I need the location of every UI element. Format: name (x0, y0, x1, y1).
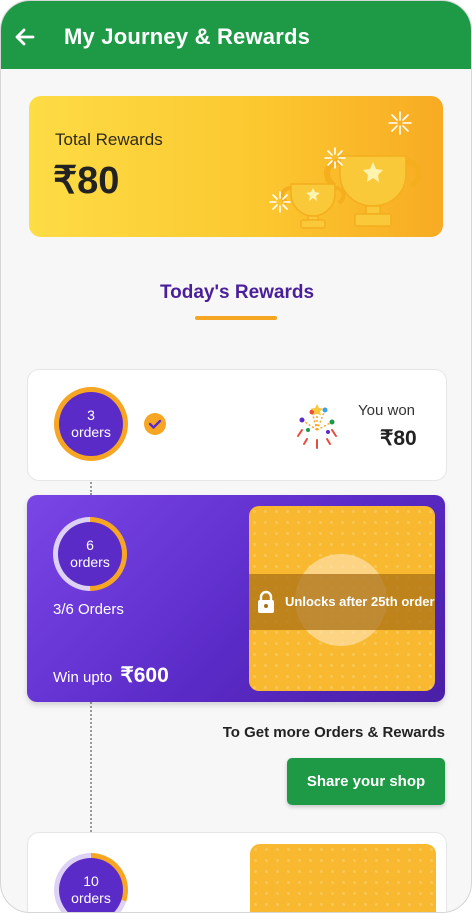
orders-progress-ring: 10 orders (54, 853, 128, 912)
locked-reward-box (250, 844, 436, 912)
orders-progress-ring: 3 orders (54, 387, 128, 461)
section-title: Today's Rewards (159, 282, 315, 303)
page-title: My Journey & Rewards (64, 24, 311, 49)
orders-progress-ring: 6 orders (53, 517, 127, 591)
you-won-label: You won (358, 402, 415, 419)
lock-banner: Unlocks after 25th order (249, 574, 435, 630)
locked-reward-box: Unlocks after 25th order (249, 506, 435, 691)
orders-label: orders (71, 890, 111, 906)
milestone-card-active: 6 orders 3/6 Orders Win upto ₹600 Unlock… (27, 495, 445, 702)
orders-count: 6 (86, 537, 94, 553)
arrow-left-icon (15, 28, 35, 46)
timeline-connector (90, 702, 92, 832)
orders-count: 3 (87, 407, 95, 423)
win-amount: ₹600 (120, 664, 169, 687)
trophy-icon (269, 111, 423, 229)
milestone-card-completed: 3 orders You won ₹80 (27, 369, 447, 481)
win-label: Win upto (53, 669, 113, 686)
phone-frame: My Journey & Rewards Total Rewards ₹80 T… (0, 0, 472, 913)
win-upto: Win upto ₹600 (53, 663, 169, 688)
lock-icon (258, 590, 274, 613)
timeline-connector (90, 479, 92, 495)
confetti-icon (297, 404, 337, 449)
orders-label: orders (71, 424, 111, 440)
milestone-card-upcoming: 10 orders (27, 832, 447, 912)
cta-text: To Get more Orders & Rewards (222, 724, 445, 741)
unlock-condition: Unlocks after 25th order (285, 594, 435, 609)
check-icon (144, 413, 166, 435)
share-shop-button[interactable]: Share your shop (287, 758, 445, 805)
total-rewards-label: Total Rewards (55, 130, 163, 149)
total-rewards-card: Total Rewards ₹80 (29, 96, 443, 237)
total-rewards-amount: ₹80 (53, 160, 120, 202)
orders-progress-text: 3/6 Orders (53, 601, 124, 618)
app-header: My Journey & Rewards (1, 1, 471, 69)
back-button[interactable] (9, 21, 41, 53)
orders-label: orders (70, 554, 110, 570)
section-underline (195, 316, 277, 320)
won-amount: ₹80 (380, 427, 417, 450)
orders-count: 10 (83, 873, 99, 889)
